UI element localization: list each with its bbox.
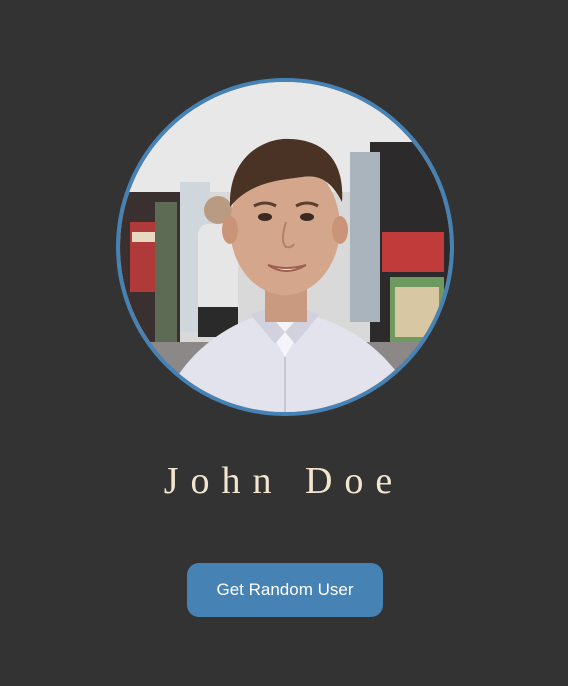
get-random-user-button[interactable]: Get Random User <box>187 563 383 617</box>
user-photo <box>120 82 450 412</box>
user-card: John Doe Get Random User <box>0 0 568 686</box>
avatar <box>116 78 454 416</box>
user-name: John Doe <box>163 460 405 502</box>
